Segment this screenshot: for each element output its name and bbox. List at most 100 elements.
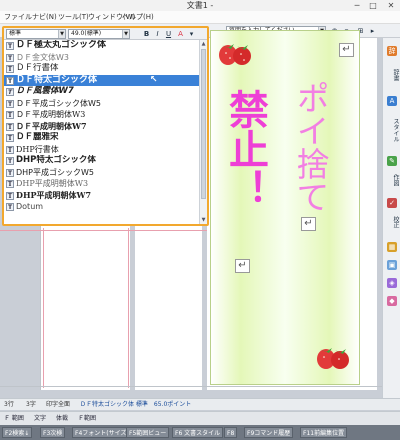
paragraph-mark: ↵ — [301, 217, 316, 231]
chevron-down-icon[interactable]: ▼ — [122, 30, 129, 38]
font-item-selected[interactable]: T ＤＦ特太ゴシック体 ↖ — [4, 74, 199, 86]
dictionary-icon[interactable]: 辞 — [387, 46, 397, 56]
truetype-icon: T — [6, 88, 14, 96]
font-item[interactable]: T ＤＦ極太丸ゴシック体 — [4, 40, 199, 52]
panel-style[interactable]: スタイル — [385, 110, 399, 150]
status-bar: 3行 3字 印字全面 ＤＦ特太ゴシック体 標準 65.0ポイント — [0, 398, 400, 410]
font-item[interactable]: T ＤＦ行書体 — [4, 63, 199, 75]
scope-range-2[interactable]: Ｆ範囲 — [78, 412, 96, 426]
chevron-down-icon[interactable]: ▾ — [187, 29, 196, 39]
fkey-f5[interactable]: F5範囲ビュー — [126, 427, 170, 438]
strawberry-image — [219, 44, 251, 65]
font-size-select[interactable]: 49.0(標準) ▼ — [68, 29, 130, 39]
status-line: 3行 — [4, 401, 14, 408]
truetype-icon: T — [6, 53, 14, 62]
bold-icon[interactable]: B — [142, 29, 151, 39]
scope-range[interactable]: Ｆ 範囲 — [4, 412, 24, 426]
margin-guide — [0, 230, 207, 231]
menu-file[interactable]: ファイル — [4, 11, 32, 24]
scope-format[interactable]: 体裁 — [56, 412, 68, 426]
style-select[interactable]: 標準 ▼ — [6, 29, 66, 39]
fkey-f8[interactable]: F8 — [224, 427, 238, 438]
link-icon[interactable]: ◈ — [387, 278, 397, 288]
font-list-scrollbar[interactable]: ▲ ▼ — [199, 40, 207, 224]
font-item[interactable]: T DHP平成明朝体W3 — [4, 178, 199, 190]
truetype-icon: T — [6, 134, 14, 142]
font-dropdown[interactable]: 標準 ▼ 49.0(標準) ▼ B I U A ▾ T ＤＦ極太丸ゴシック体 T… — [2, 26, 209, 226]
font-item-name: Dotum — [16, 202, 44, 211]
font-item-name: ＤＦ特太ゴシック体 — [16, 74, 98, 85]
font-item[interactable]: T DHP平成明朝体W7 — [4, 190, 199, 202]
font-size-value: 49.0(標準) — [71, 30, 102, 37]
layout-icon[interactable]: ▦ — [387, 242, 397, 252]
fkey-f3[interactable]: F3次検 — [40, 427, 66, 438]
panel-proofread[interactable]: 校正 — [385, 212, 399, 232]
poster-frame[interactable]: ↵ 禁止！ ポイ捨て ↵ ↵ — [210, 30, 360, 385]
font-item-name: ＤＦ平成ゴシック体W5 — [16, 98, 101, 108]
chart-icon[interactable]: ◆ — [387, 296, 397, 306]
menu-help[interactable]: ヘルプ(H) — [122, 11, 154, 24]
poster-sub-text[interactable]: ポイ捨て — [289, 81, 330, 213]
font-item[interactable]: T DHP平成ゴシックW5 — [4, 167, 199, 179]
proofread-icon[interactable]: ✓ — [387, 198, 397, 208]
menu-tools[interactable]: ツール(T) — [58, 11, 89, 24]
font-item[interactable]: T Dotum — [4, 201, 199, 213]
draw-icon[interactable]: ✎ — [387, 156, 397, 166]
fkey-f9[interactable]: F9コマンド履歴 — [244, 427, 294, 438]
scroll-up-icon[interactable]: ▲ — [200, 40, 207, 48]
truetype-icon: T — [6, 99, 14, 108]
scrollbar-thumb[interactable] — [201, 49, 206, 199]
truetype-icon: T — [6, 42, 14, 50]
maximize-button[interactable]: □ — [366, 0, 380, 11]
truetype-icon: T — [6, 111, 14, 119]
truetype-icon: T — [6, 157, 14, 165]
panel-dictionary[interactable]: 辞書 — [385, 60, 399, 90]
scroll-down-icon[interactable]: ▼ — [200, 216, 207, 224]
font-item-name: ＤＦ平成明朝体W3 — [16, 110, 86, 119]
font-item[interactable]: T ＤＦ風雲体W7 — [4, 86, 199, 98]
poster-main-text[interactable]: 禁止！ — [222, 89, 268, 209]
status-font-info: ＤＦ特太ゴシック体 標準 65.0ポイント — [80, 401, 192, 408]
font-item[interactable]: T ＤＦ麗雅宋 — [4, 132, 199, 144]
task-panel-bar: 辞 辞書 A スタイル ✎ 作図 ✓ 校正 ▦ ▣ ◈ ◆ — [382, 38, 400, 398]
function-key-bar: F2検索↓ F3次検 F4フォント(サイズ) F5範囲ビュー F6 文書スタイル… — [0, 425, 400, 440]
font-item[interactable]: T ＤＦ平成ゴシック体W5 — [4, 98, 199, 110]
options-icon[interactable]: ▸ — [368, 26, 377, 36]
status-zoom[interactable]: 印字全面 — [46, 399, 70, 411]
image-icon[interactable]: ▣ — [387, 260, 397, 270]
truetype-icon: T — [6, 168, 14, 177]
fkey-f6[interactable]: F6 文書スタイル — [172, 427, 224, 438]
font-item-name: DHP平成明朝体W7 — [16, 189, 92, 200]
style-icon[interactable]: A — [387, 96, 397, 106]
italic-icon[interactable]: I — [153, 29, 162, 39]
truetype-icon: T — [6, 203, 14, 211]
close-button[interactable]: ✕ — [384, 0, 398, 11]
fkey-f2[interactable]: F2検索↓ — [2, 427, 33, 438]
font-item[interactable]: T ＤＦ金文体W3 — [4, 52, 199, 64]
chevron-down-icon[interactable]: ▼ — [58, 30, 65, 38]
truetype-icon: T — [6, 180, 14, 188]
font-item[interactable]: T ＤＦ平成明朝体W7 — [4, 121, 199, 133]
underline-icon[interactable]: U — [164, 29, 173, 39]
panel-draw[interactable]: 作図 — [385, 170, 399, 190]
font-item[interactable]: T DHP特太ゴシック体 — [4, 155, 199, 167]
font-item[interactable]: T DHP行書体 — [4, 144, 199, 156]
status-column: 3字 — [26, 401, 36, 408]
truetype-icon: T — [6, 65, 14, 73]
scope-text[interactable]: 文字 — [34, 412, 46, 426]
font-item-name: ＤＦ金文体W3 — [16, 52, 69, 62]
menu-bar: ファイル ナビ(N) ツール(T) ウィンドウ(W) ヘルプ(H) — [0, 11, 400, 24]
font-list[interactable]: T ＤＦ極太丸ゴシック体 T ＤＦ金文体W3 T ＤＦ行書体 T ＤＦ特太ゴシッ… — [4, 40, 199, 224]
font-item-name: ＤＦ平成明朝体W7 — [16, 120, 87, 131]
font-item[interactable]: T ＤＦ平成明朝体W3 — [4, 109, 199, 121]
window-title: 文書1 - — [186, 1, 214, 10]
strawberry-image — [317, 348, 349, 369]
minimize-button[interactable]: ─ — [350, 0, 364, 11]
fkey-f11[interactable]: F11前編集位置 — [300, 427, 348, 438]
paragraph-mark: ↵ — [339, 43, 354, 57]
font-item-name: ＤＦ極太丸ゴシック体 — [16, 40, 107, 50]
font-color-icon[interactable]: A — [176, 29, 185, 39]
font-item-name: DHP平成ゴシックW5 — [16, 167, 94, 177]
menu-navi[interactable]: ナビ(N) — [32, 11, 57, 24]
fkey-f4[interactable]: F4フォント(サイズ) — [72, 427, 132, 438]
